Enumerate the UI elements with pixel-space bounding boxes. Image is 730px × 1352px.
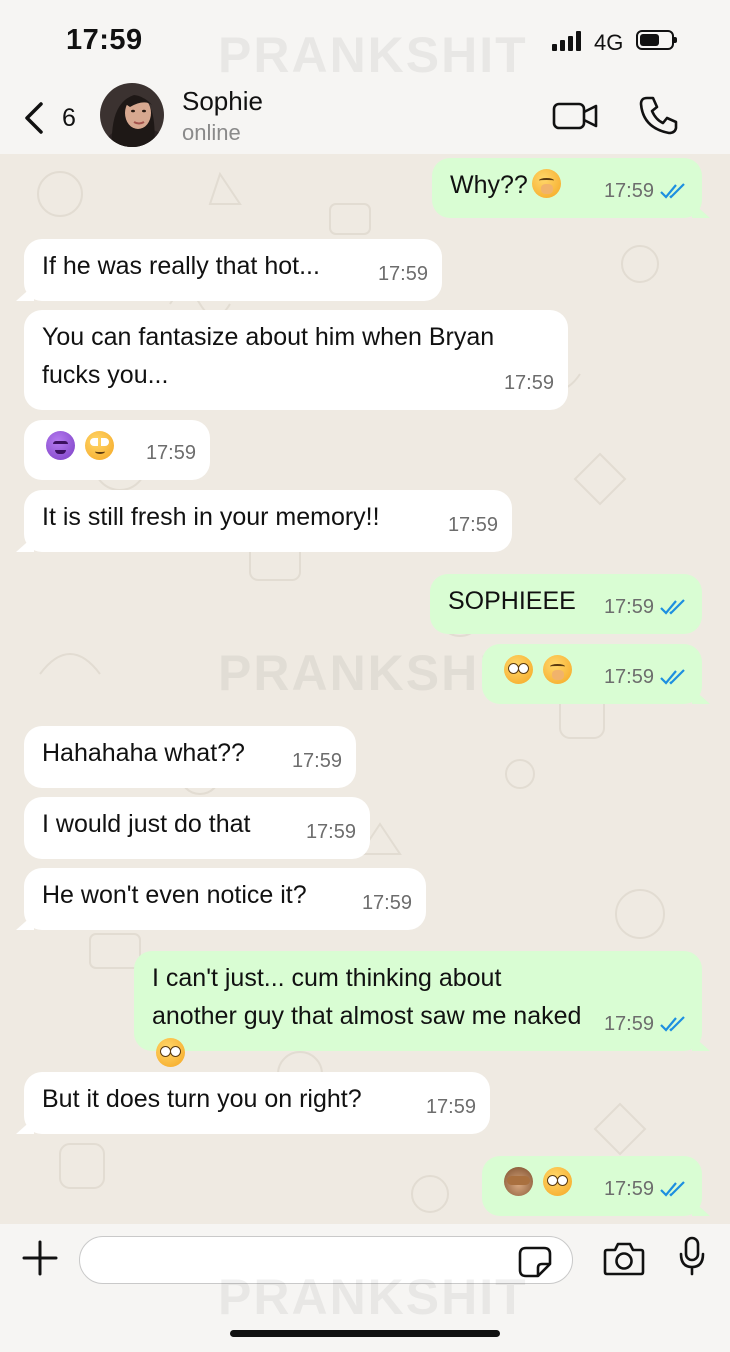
read-receipt-icon xyxy=(660,1181,685,1197)
message-text: Hahahaha what?? xyxy=(42,739,245,767)
message-list[interactable]: PRANKSHIT Why?? 17:59 If he was really t… xyxy=(0,154,730,1224)
message-bubble-incoming[interactable]: If he was really that hot... 17:59 xyxy=(16,239,442,301)
read-receipt-icon xyxy=(660,1016,685,1032)
bubble-tail xyxy=(692,688,710,704)
avatar[interactable] xyxy=(100,83,164,147)
message-text: I can't just... cum thinking about anoth… xyxy=(152,964,582,1030)
see-no-evil-monkey-emoji xyxy=(504,1167,533,1196)
message-time: 17:59 xyxy=(291,750,342,772)
eye-roll-emoji xyxy=(85,431,114,460)
message-bubble-outgoing[interactable]: I can't just... cum thinking about anoth… xyxy=(134,951,710,1067)
message-text: He won't even notice it? xyxy=(42,881,307,909)
microphone-icon[interactable] xyxy=(678,1236,706,1276)
bubble-tail xyxy=(692,202,710,218)
network-type: 4G xyxy=(594,30,624,55)
message-bubble-incoming[interactable]: 17:59 xyxy=(24,420,210,480)
message-text: Why?? xyxy=(450,171,528,199)
flushed-face-emoji xyxy=(504,655,533,684)
bubble-tail xyxy=(16,285,34,301)
unread-count: 6 xyxy=(62,103,76,132)
sticker-icon[interactable] xyxy=(518,1246,552,1278)
message-text: But it does turn you on right? xyxy=(42,1085,362,1113)
phone-icon[interactable] xyxy=(638,94,680,136)
home-indicator[interactable] xyxy=(230,1330,500,1337)
contact-status: online xyxy=(182,120,241,145)
read-receipt-icon xyxy=(660,183,685,199)
flushed-face-emoji xyxy=(156,1038,185,1067)
message-text: I would just do that xyxy=(42,810,251,838)
message-text: SOPHIEEE xyxy=(448,587,576,615)
message-time: 17:59 xyxy=(305,821,356,843)
message-bubble-outgoing[interactable]: 17:59 xyxy=(482,1156,710,1216)
message-time: 17:59 xyxy=(603,1178,654,1200)
message-input[interactable] xyxy=(79,1236,573,1284)
hush-emoji xyxy=(543,655,572,684)
battery-icon xyxy=(636,30,677,50)
contact-name[interactable]: Sophie xyxy=(182,86,263,117)
message-bubble-outgoing[interactable]: SOPHIEEE 17:59 xyxy=(430,574,702,634)
composer-bar: PRANKSHIT xyxy=(0,1224,730,1352)
message-time: 17:59 xyxy=(361,892,412,914)
flushed-face-emoji xyxy=(543,1167,572,1196)
message-text: You can fantasize about him when Bryan f… xyxy=(42,323,502,389)
status-bar: 17:59 4G xyxy=(0,0,730,80)
plus-icon[interactable] xyxy=(22,1240,58,1276)
camera-icon[interactable] xyxy=(603,1240,645,1276)
message-text: It is still fresh in your memory!! xyxy=(42,503,380,531)
bubble-tail xyxy=(16,536,34,552)
message-time: 17:59 xyxy=(503,372,554,394)
message-time: 17:59 xyxy=(145,442,196,464)
message-time: 17:59 xyxy=(425,1096,476,1118)
message-time: 17:59 xyxy=(603,1013,654,1035)
chevron-left-icon xyxy=(25,102,43,134)
message-time: 17:59 xyxy=(603,596,654,618)
back-button[interactable]: 6 xyxy=(22,96,92,140)
message-bubble-outgoing[interactable]: Why?? 17:59 xyxy=(432,158,710,218)
chat-header: 6 Sophie online xyxy=(0,80,730,154)
message-bubble-incoming[interactable]: Hahahaha what?? 17:59 xyxy=(24,726,356,788)
message-time: 17:59 xyxy=(447,514,498,536)
read-receipt-icon xyxy=(660,669,685,685)
message-time: 17:59 xyxy=(603,666,654,688)
signal-icon xyxy=(552,31,586,51)
message-time: 17:59 xyxy=(603,180,654,202)
bubble-tail xyxy=(692,1200,710,1216)
status-time: 17:59 xyxy=(66,24,143,56)
hush-emoji xyxy=(531,169,561,198)
message-bubble-outgoing[interactable]: 17:59 xyxy=(482,644,710,704)
bubble-tail xyxy=(16,914,34,930)
message-bubble-incoming[interactable]: You can fantasize about him when Bryan f… xyxy=(24,310,568,410)
message-bubble-incoming[interactable]: It is still fresh in your memory!! 17:59 xyxy=(16,490,512,552)
smiling-devil-emoji xyxy=(46,431,75,460)
bubble-tail xyxy=(16,1118,34,1134)
message-bubble-incoming[interactable]: But it does turn you on right? 17:59 xyxy=(16,1072,490,1134)
message-bubble-incoming[interactable]: He won't even notice it? 17:59 xyxy=(16,868,426,930)
read-receipt-icon xyxy=(660,599,685,615)
video-call-icon[interactable] xyxy=(551,98,599,134)
message-text: If he was really that hot... xyxy=(42,252,320,280)
message-bubble-incoming[interactable]: I would just do that 17:59 xyxy=(24,797,370,859)
bubble-tail xyxy=(692,1035,710,1051)
message-time: 17:59 xyxy=(377,263,428,285)
